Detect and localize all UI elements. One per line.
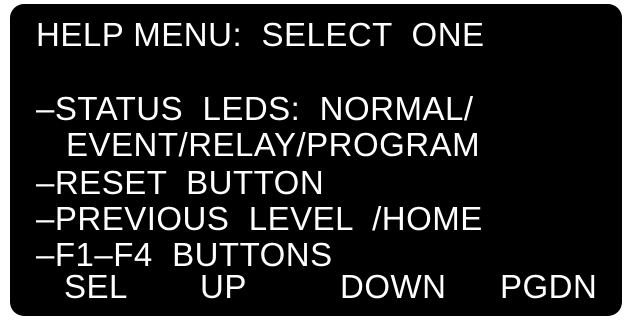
lcd-display: HELP MENU: SELECT ONE –STATUS LEDS: NORM… [10, 4, 622, 316]
menu-item-previous-level-home[interactable]: –PREVIOUS LEVEL /HOME [36, 202, 483, 235]
menu-item-status-leds[interactable]: –STATUS LEDS: NORMAL/ [36, 92, 474, 125]
menu-title: HELP MENU: SELECT ONE [36, 16, 485, 53]
softkey-down[interactable]: DOWN [340, 270, 446, 303]
softkey-pgdn[interactable]: PGDN [500, 270, 597, 303]
menu-item-status-leds-continued: EVENT/RELAY/PROGRAM [66, 126, 481, 163]
softkey-sel[interactable]: SEL [64, 270, 128, 303]
softkey-up[interactable]: UP [200, 270, 247, 303]
menu-item-reset-button[interactable]: –RESET BUTTON [36, 166, 324, 199]
menu-item-f1-f4-buttons[interactable]: –F1–F4 BUTTONS [36, 238, 333, 271]
